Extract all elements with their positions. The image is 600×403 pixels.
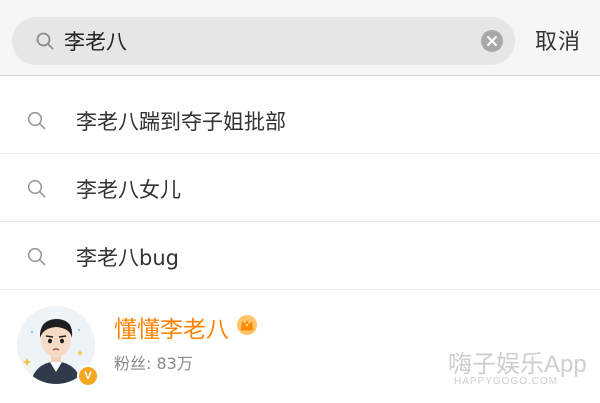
search-box[interactable] — [12, 17, 515, 65]
suggestion-text: 李老八bug — [76, 246, 179, 270]
search-icon — [27, 247, 46, 266]
verified-badge: V — [77, 365, 99, 387]
search-icon — [27, 111, 46, 130]
search-screen: 取消 李老八踹到夺子姐批部 李老八女儿 李老八bug — [0, 0, 600, 403]
user-result-row[interactable]: V 懂懂李老八 粉丝: 83万 — [0, 290, 600, 403]
search-icon — [27, 179, 46, 198]
suggestion-text: 李老八踹到夺子姐批部 — [76, 110, 286, 134]
search-icon — [36, 32, 54, 50]
suggestion-text: 李老八女儿 — [76, 178, 181, 202]
close-icon — [487, 36, 497, 46]
suggestion-item[interactable]: 李老八女儿 — [0, 155, 600, 222]
search-header: 取消 — [0, 0, 600, 76]
search-input[interactable] — [64, 17, 474, 65]
crown-icon — [236, 314, 258, 336]
suggestion-item[interactable]: 李老八bug — [0, 223, 600, 290]
suggestion-item[interactable]: 李老八踹到夺子姐批部 — [0, 87, 600, 154]
follower-count: 粉丝: 83万 — [114, 354, 193, 373]
user-name[interactable]: 懂懂李老八 — [114, 310, 229, 344]
clear-search-button[interactable] — [481, 30, 503, 52]
cancel-button[interactable]: 取消 — [535, 24, 581, 56]
